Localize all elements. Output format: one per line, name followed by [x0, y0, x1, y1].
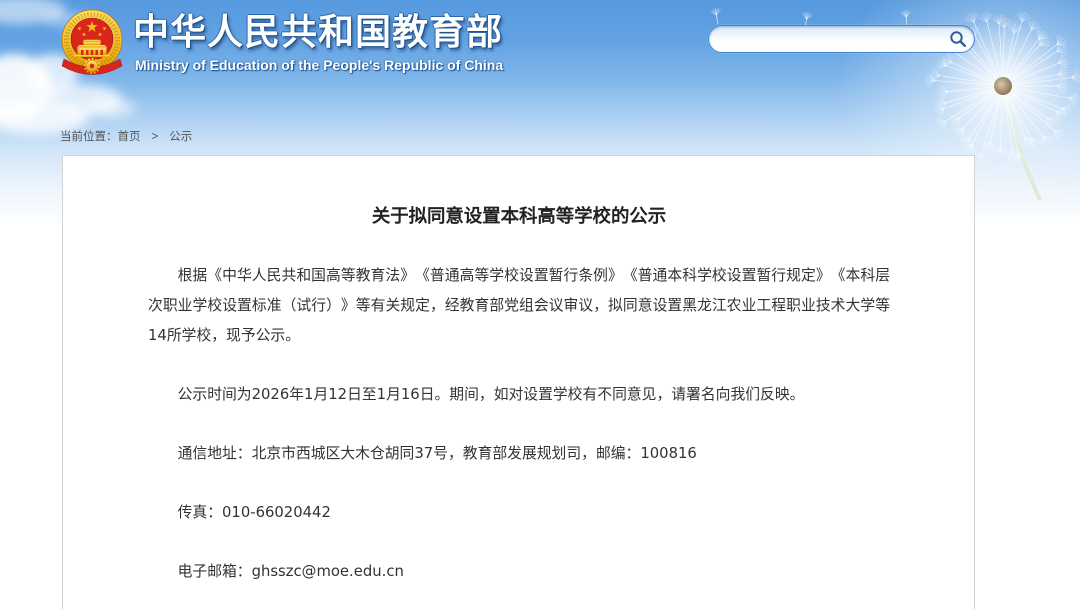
announcement-intro-paragraph: 根据《中华人民共和国高等教育法》《普通高等学校设置暂行条例》《普通本科学校设置暂… [148, 267, 890, 344]
mailing-address-paragraph: 通信地址：北京市西城区大木仓胡同37号，教育部发展规划司，邮编：100816 [177, 445, 697, 462]
breadcrumb: 当前位置：首页 > 公示 [60, 128, 192, 145]
breadcrumb-separator: > [151, 131, 159, 143]
site-logo-link[interactable]: 中华人民共和国教育部 Ministry of Education of the … [0, 0, 520, 80]
email-paragraph: 电子邮箱：ghsszc@moe.edu.cn [177, 563, 404, 580]
article-title: 关于拟同意设置本科高等学校的公示 [371, 206, 667, 227]
search-box [708, 25, 975, 53]
publicity-period-paragraph: 公示时间为2026年1月12日至1月16日。期间，如对设置学校有不同意见，请署名… [177, 386, 805, 403]
national-emblem-icon [61, 9, 123, 75]
site-title: 中华人民共和国教育部 [133, 12, 504, 53]
article-panel: 关于拟同意设置本科高等学校的公示 根据《中华人民共和国高等教育法》《普通高等学校… [62, 155, 975, 609]
search-button[interactable] [948, 29, 968, 49]
search-input[interactable] [721, 29, 943, 49]
fax-paragraph: 传真：010-66020442 [177, 504, 331, 521]
search-icon [950, 31, 966, 47]
breadcrumb-current-link[interactable]: 公示 [169, 129, 192, 143]
site-subtitle: Ministry of Education of the People's Re… [135, 57, 504, 73]
breadcrumb-home-link[interactable]: 首页 [118, 129, 141, 143]
breadcrumb-prefix: 当前位置： [60, 129, 118, 143]
